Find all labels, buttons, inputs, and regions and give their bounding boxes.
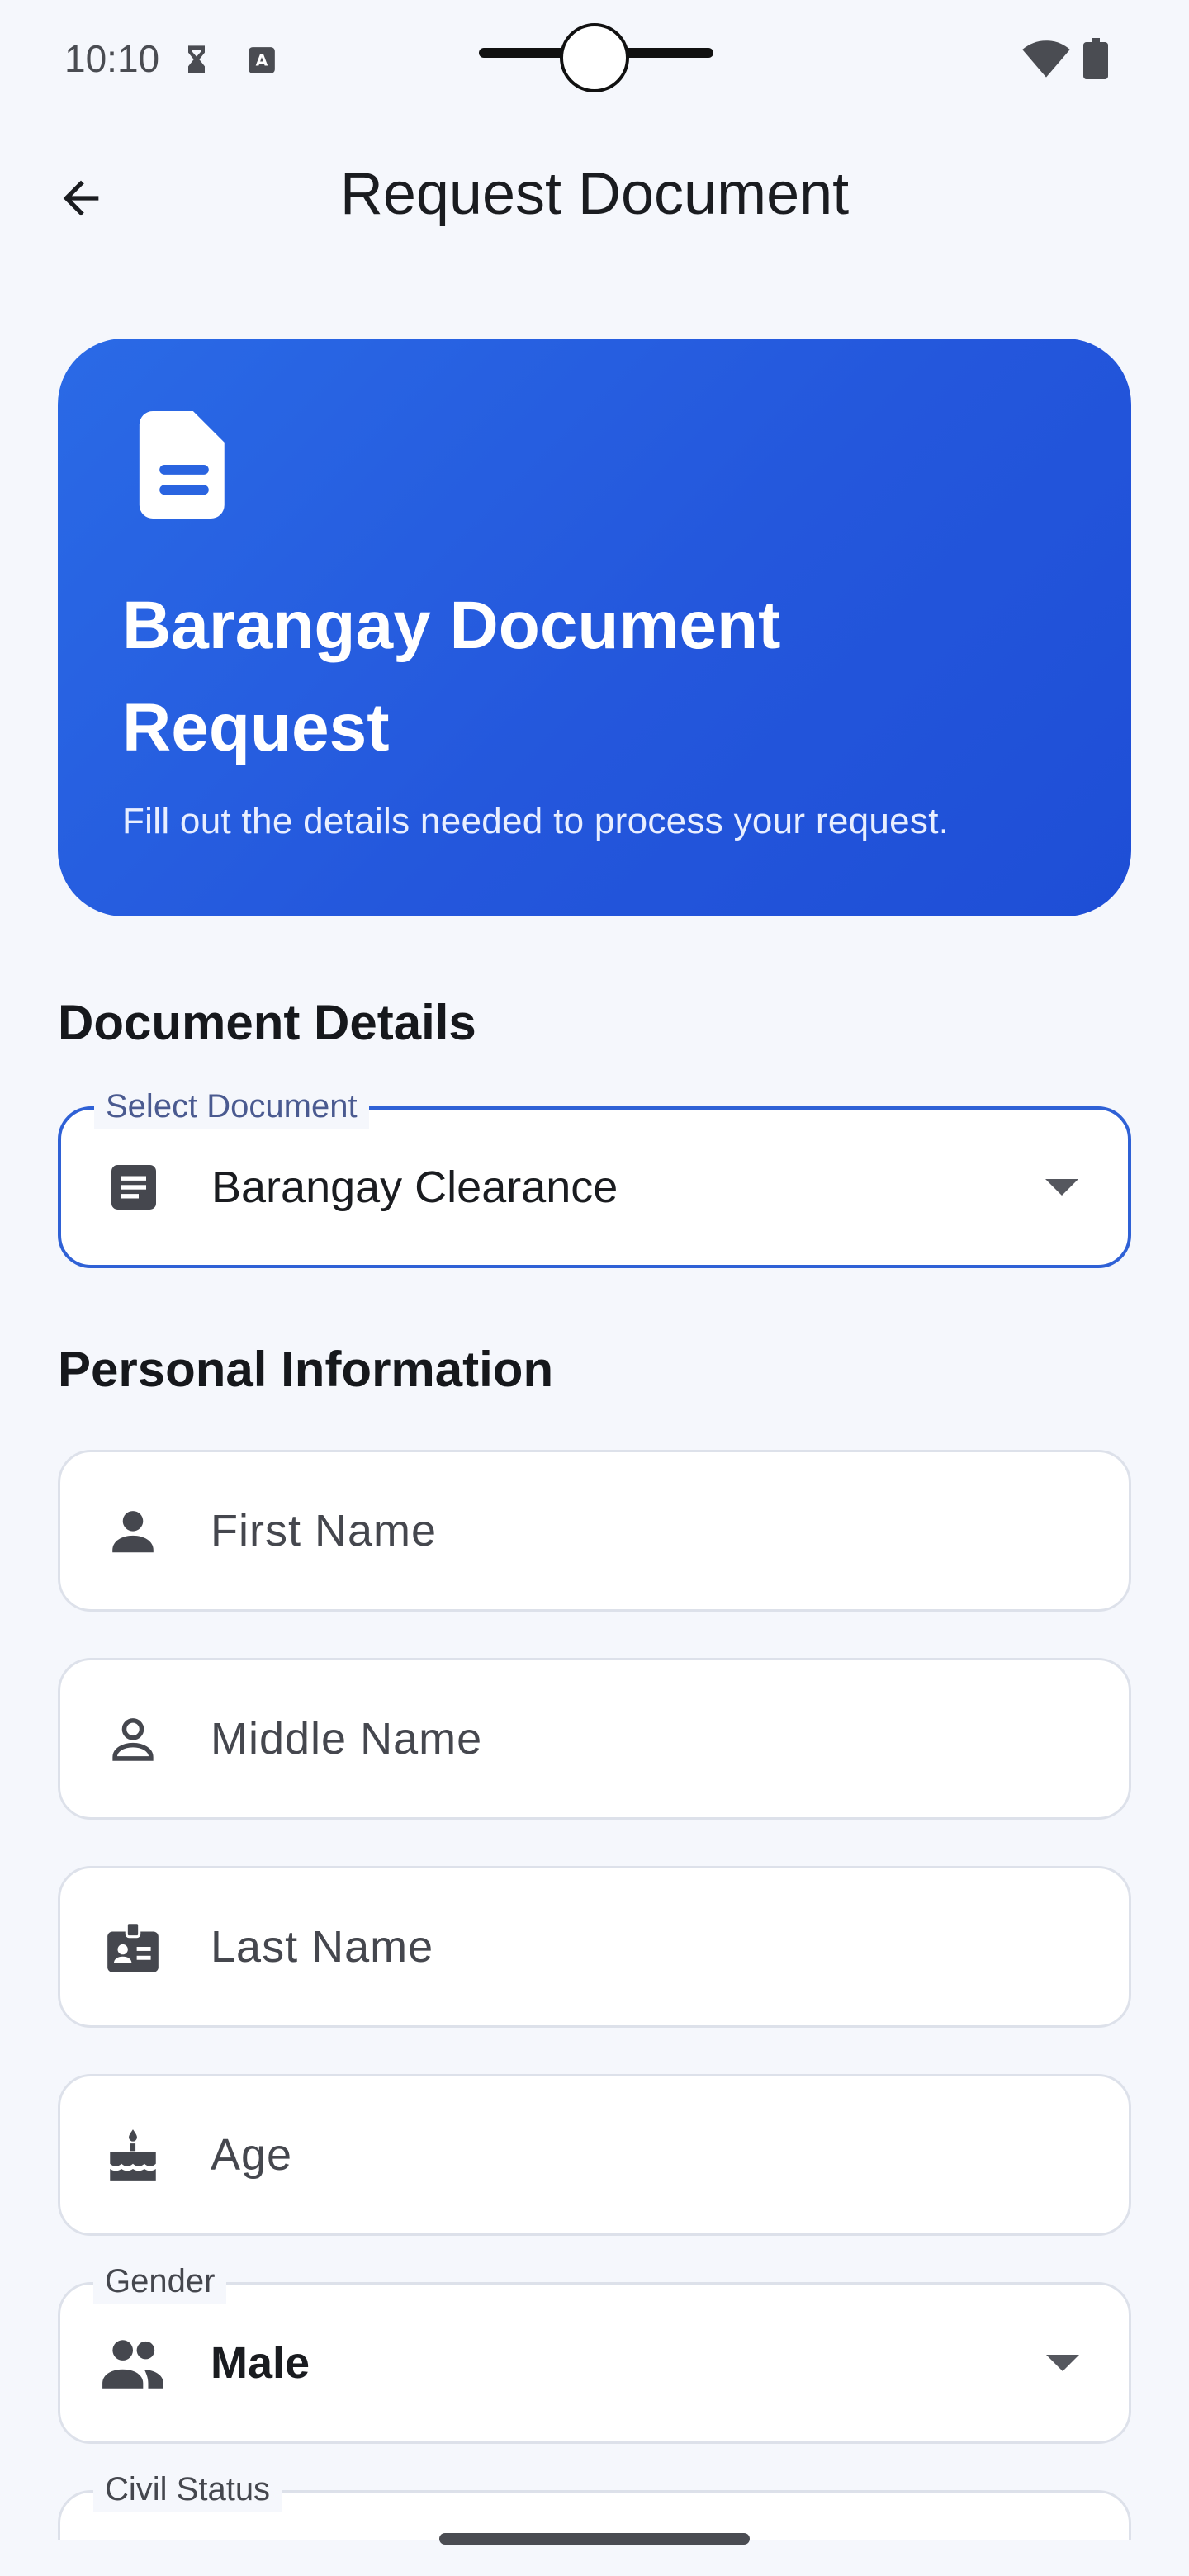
select-document-value: Barangay Clearance — [211, 1163, 618, 1212]
last-name-field[interactable]: Last Name — [58, 1866, 1131, 2028]
document-icon — [139, 411, 230, 523]
middle-name-placeholder: Middle Name — [211, 1714, 483, 1764]
first-name-field[interactable]: First Name — [58, 1450, 1131, 1612]
civil-status-dropdown[interactable]: Civil Status — [58, 2466, 1131, 2540]
person-outline-icon — [100, 1706, 166, 1772]
svg-text:A: A — [256, 51, 268, 69]
article-icon — [101, 1154, 167, 1220]
camera-cutout — [560, 23, 629, 92]
middle-name-field[interactable]: Middle Name — [58, 1658, 1131, 1820]
cake-icon — [100, 2122, 166, 2188]
select-document-label: Select Document — [94, 1083, 369, 1129]
status-bar: 10:10 A — [0, 0, 1189, 116]
hero-subtitle: Fill out the details needed to process y… — [122, 801, 950, 841]
wifi-icon — [1022, 40, 1070, 83]
hero-title: Barangay Document Request — [122, 588, 781, 765]
hourglass-icon — [180, 43, 213, 80]
screen: 10:10 A Request Document Barangay Docume… — [0, 0, 1189, 2576]
gender-label: Gender — [93, 2258, 227, 2304]
first-name-placeholder: First Name — [211, 1506, 438, 1556]
page-title: Request Document — [339, 161, 850, 227]
age-field[interactable]: Age — [58, 2074, 1131, 2236]
people-icon — [100, 2330, 166, 2396]
select-document-dropdown[interactable]: Select Document Barangay Clearance — [58, 1083, 1131, 1268]
gender-value: Male — [211, 2338, 310, 2388]
personal-information-heading: Personal Information — [58, 1342, 554, 1397]
gender-dropdown[interactable]: Gender Male — [58, 2258, 1131, 2444]
civil-status-label: Civil Status — [93, 2466, 282, 2512]
home-indicator[interactable] — [439, 2533, 750, 2545]
chevron-down-icon — [1046, 2355, 1079, 2371]
person-icon — [100, 1498, 166, 1564]
document-details-heading: Document Details — [58, 995, 476, 1050]
battery-icon — [1083, 38, 1108, 83]
last-name-placeholder: Last Name — [211, 1922, 434, 1972]
status-time: 10:10 — [64, 37, 160, 80]
badge-icon — [100, 1914, 166, 1980]
age-placeholder: Age — [211, 2130, 293, 2180]
top-app-bar: Request Document — [0, 140, 1189, 256]
keyboard-a-icon: A — [246, 45, 277, 80]
chevron-down-icon — [1045, 1179, 1078, 1196]
hero-card: Barangay Document Request Fill out the d… — [58, 339, 1131, 916]
